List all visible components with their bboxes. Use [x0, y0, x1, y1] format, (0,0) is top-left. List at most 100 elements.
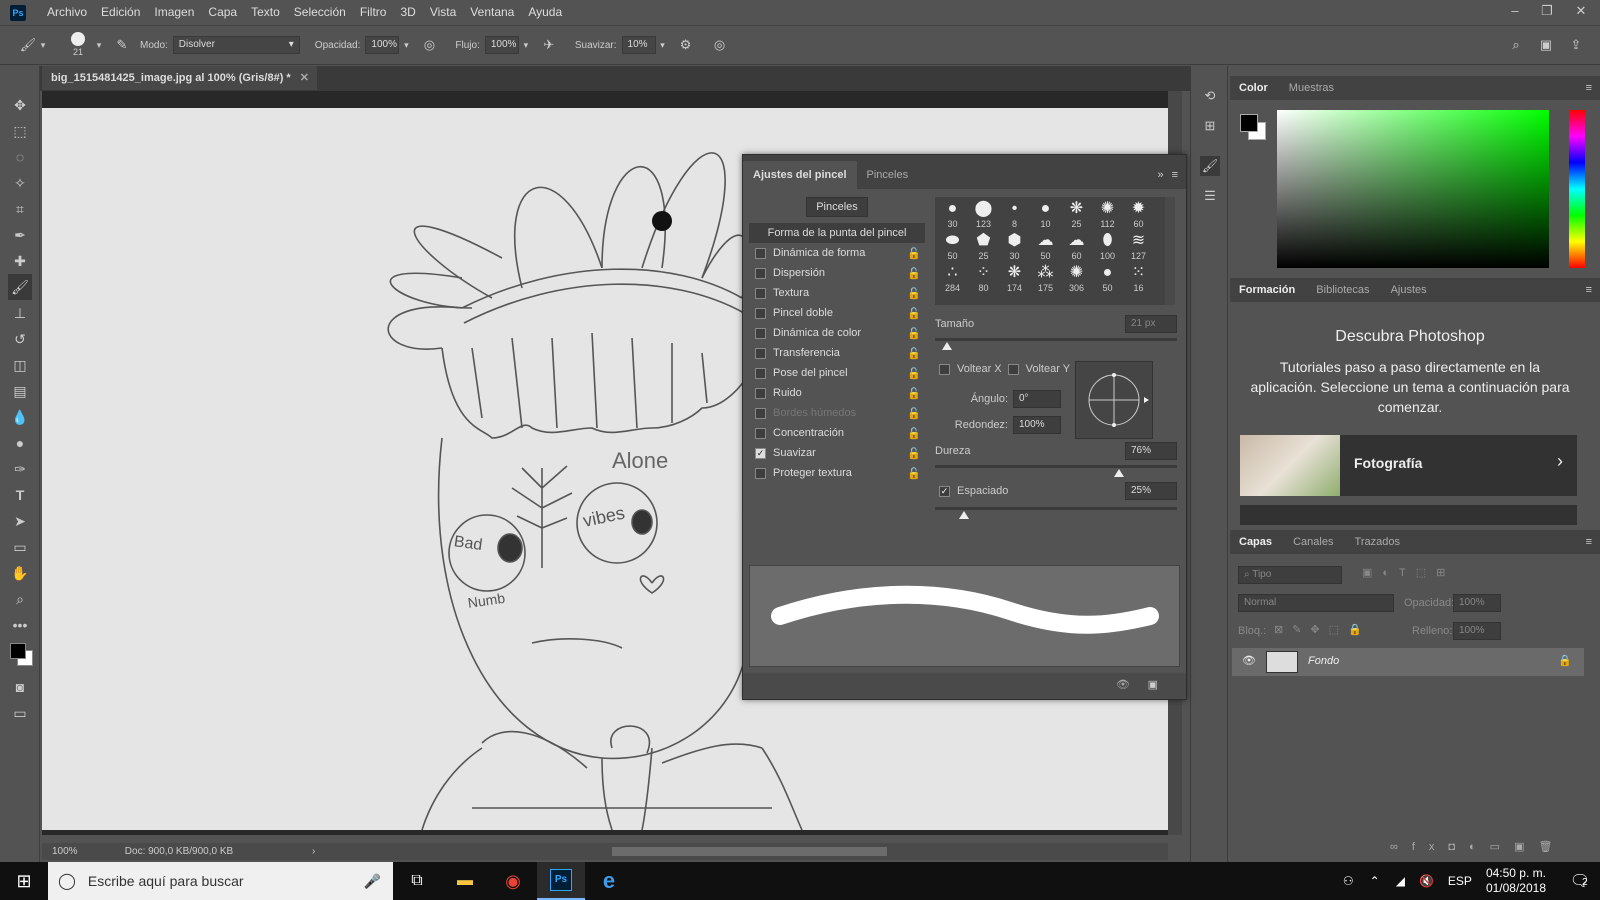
brush-tip[interactable]: ✺ 112 — [1092, 199, 1123, 231]
workspace-icon[interactable]: ▣ — [1536, 35, 1556, 55]
tab-swatches[interactable]: Muestras — [1280, 76, 1343, 100]
menu-item-4[interactable]: Texto — [244, 0, 287, 25]
lock-icon[interactable]: 🔓 — [907, 287, 921, 300]
flip-y-checkbox[interactable] — [1007, 363, 1019, 375]
setting-checkbox[interactable] — [755, 367, 766, 379]
gradient-icon[interactable]: ▤ — [8, 378, 32, 404]
menu-item-1[interactable]: Edición — [94, 0, 147, 25]
healing-brush-icon[interactable]: ✚ — [8, 248, 32, 274]
setting-checkbox[interactable] — [755, 427, 766, 439]
new-brush-icon[interactable]: ▣ — [1148, 678, 1158, 691]
tab-channels[interactable]: Canales — [1284, 530, 1342, 554]
spacing-slider-thumb[interactable] — [959, 511, 970, 519]
quick-selection-icon[interactable]: ✧ — [8, 170, 32, 196]
chevron-down-icon[interactable]: ▾ — [519, 35, 533, 55]
brush-tip[interactable]: ● 50 — [1092, 263, 1123, 295]
clock[interactable]: 04:50 p. m. 01/08/2018 — [1486, 866, 1546, 896]
lock-icons[interactable]: ⊠✎✥⬚🔒 — [1274, 623, 1371, 636]
document-tab[interactable]: big_1515481425_image.jpg al 100% (Gris/8… — [42, 66, 317, 90]
panel-menu-icon[interactable]: ≡ — [1172, 161, 1178, 189]
brush-setting-0[interactable]: Forma de la punta del pincel — [749, 223, 925, 243]
tips-scrollbar[interactable] — [1165, 197, 1175, 305]
layer-opacity-input[interactable]: 100% — [1453, 594, 1501, 612]
panel-menu-icon[interactable]: ≡ — [1586, 278, 1592, 302]
chevron-right-icon[interactable]: › — [312, 843, 315, 860]
panel-menu-icon[interactable]: ≡ — [1586, 530, 1592, 554]
minimize-button[interactable]: ‒ — [1500, 0, 1530, 25]
brush-tip[interactable]: ⬮ 100 — [1092, 231, 1123, 263]
language-indicator[interactable]: ESP — [1448, 874, 1472, 888]
show-hidden-icons-icon[interactable]: ⌃ — [1370, 874, 1380, 888]
brush-tip[interactable]: ● 10 — [1030, 199, 1061, 231]
tab-adjustments[interactable]: Ajustes — [1382, 278, 1436, 302]
quick-mask-icon[interactable]: ◙ — [8, 674, 32, 700]
brush-setting-5[interactable]: Dinámica de color 🔓 — [749, 323, 925, 343]
layer-row-fondo[interactable]: 👁 Fondo 🔒 — [1232, 648, 1584, 676]
brush-tip[interactable]: ⁂ 175 — [1030, 263, 1061, 295]
brush-tip[interactable]: ✹ 60 — [1123, 199, 1154, 231]
brush-setting-7[interactable]: Pose del pincel 🔓 — [749, 363, 925, 383]
brush-setting-11[interactable]: ✓ Suavizar 🔓 — [749, 443, 925, 463]
spacing-slider-track[interactable] — [935, 507, 1177, 519]
chevron-down-icon[interactable]: ▾ — [38, 35, 48, 55]
menu-item-0[interactable]: Archivo — [40, 0, 94, 25]
pressure-size-icon[interactable]: ◎ — [710, 35, 730, 55]
setting-checkbox[interactable] — [755, 347, 766, 359]
blur-tool-icon[interactable]: 💧 — [8, 404, 32, 430]
learn-card-photography[interactable]: Fotografía › — [1240, 435, 1577, 496]
pen-tool-icon[interactable]: ✑ — [8, 456, 32, 482]
file-explorer-icon[interactable]: ▬ — [441, 872, 489, 890]
visibility-eye-icon[interactable]: 👁 — [1242, 654, 1256, 667]
brush-tip[interactable]: ☁ 60 — [1061, 231, 1092, 263]
chevron-down-icon[interactable]: ▾ — [656, 35, 670, 55]
size-input[interactable]: 21 px — [1125, 315, 1177, 333]
edge-icon[interactable]: e — [585, 868, 633, 894]
brush-tool-icon[interactable]: 🖌 — [18, 35, 38, 55]
blend-mode-select[interactable]: Normal — [1238, 594, 1394, 612]
tab-layers[interactable]: Capas — [1230, 530, 1281, 554]
hardness-slider-track[interactable] — [935, 465, 1177, 477]
chevron-down-icon[interactable]: ▾ — [94, 35, 104, 55]
setting-checkbox[interactable] — [755, 247, 766, 259]
panel-menu-icon[interactable]: ≡ — [1586, 76, 1592, 100]
lock-icon[interactable]: 🔓 — [907, 427, 921, 440]
brush-setting-8[interactable]: Ruido 🔓 — [749, 383, 925, 403]
menu-item-10[interactable]: Ayuda — [521, 0, 569, 25]
brush-tip[interactable]: ✺ 306 — [1061, 263, 1092, 295]
brush-tip[interactable]: ⁘ 80 — [968, 263, 999, 295]
brush-settings-icon[interactable]: 🖌 — [1200, 156, 1220, 176]
flow-input[interactable]: 100% — [484, 36, 519, 54]
brush-tip[interactable]: ❋ 25 — [1061, 199, 1092, 231]
clone-stamp-icon[interactable]: ⊥ — [8, 300, 32, 326]
brush-panel-toggle-icon[interactable]: ✎ — [112, 35, 132, 55]
brush-tip[interactable]: ☁ 50 — [1030, 231, 1061, 263]
photoshop-taskbar-icon[interactable]: Ps — [537, 862, 585, 900]
setting-checkbox[interactable] — [755, 467, 766, 479]
pressure-opacity-icon[interactable]: ◎ — [419, 35, 439, 55]
brush-tool-icon[interactable]: 🖌 — [8, 274, 32, 300]
hand-tool-icon[interactable]: ✋ — [8, 560, 32, 586]
type-tool-icon[interactable]: T — [8, 482, 32, 508]
hardness-slider-thumb[interactable] — [1113, 469, 1124, 477]
share-icon[interactable]: ⇪ — [1566, 35, 1586, 55]
eraser-icon[interactable]: ◫ — [8, 352, 32, 378]
setting-checkbox[interactable] — [755, 287, 766, 299]
brush-tip[interactable]: ❋ 174 — [999, 263, 1030, 295]
brush-setting-6[interactable]: Transferencia 🔓 — [749, 343, 925, 363]
menu-item-3[interactable]: Capa — [201, 0, 244, 25]
adjustments-icon[interactable]: ☰ — [1200, 186, 1220, 206]
chevron-down-icon[interactable]: ▾ — [399, 35, 413, 55]
menu-item-6[interactable]: Filtro — [353, 0, 394, 25]
menu-item-2[interactable]: Imagen — [147, 0, 201, 25]
volume-muted-icon[interactable]: 🔇 — [1419, 874, 1434, 888]
brush-setting-4[interactable]: Pincel doble 🔓 — [749, 303, 925, 323]
tab-libraries[interactable]: Bibliotecas — [1307, 278, 1378, 302]
chrome-icon[interactable]: ◉ — [489, 871, 537, 892]
taskbar-search-box[interactable]: ◯ Escribe aquí para buscar 🎤 — [48, 862, 393, 900]
color-picker-field[interactable] — [1277, 110, 1549, 268]
history-brush-icon[interactable]: ↺ — [8, 326, 32, 352]
opacity-input[interactable]: 100% — [365, 36, 400, 54]
spacing-input[interactable]: 25% — [1125, 482, 1177, 500]
tab-brush-settings[interactable]: Ajustes del pincel — [743, 161, 857, 189]
lock-icon[interactable]: 🔓 — [907, 307, 921, 320]
